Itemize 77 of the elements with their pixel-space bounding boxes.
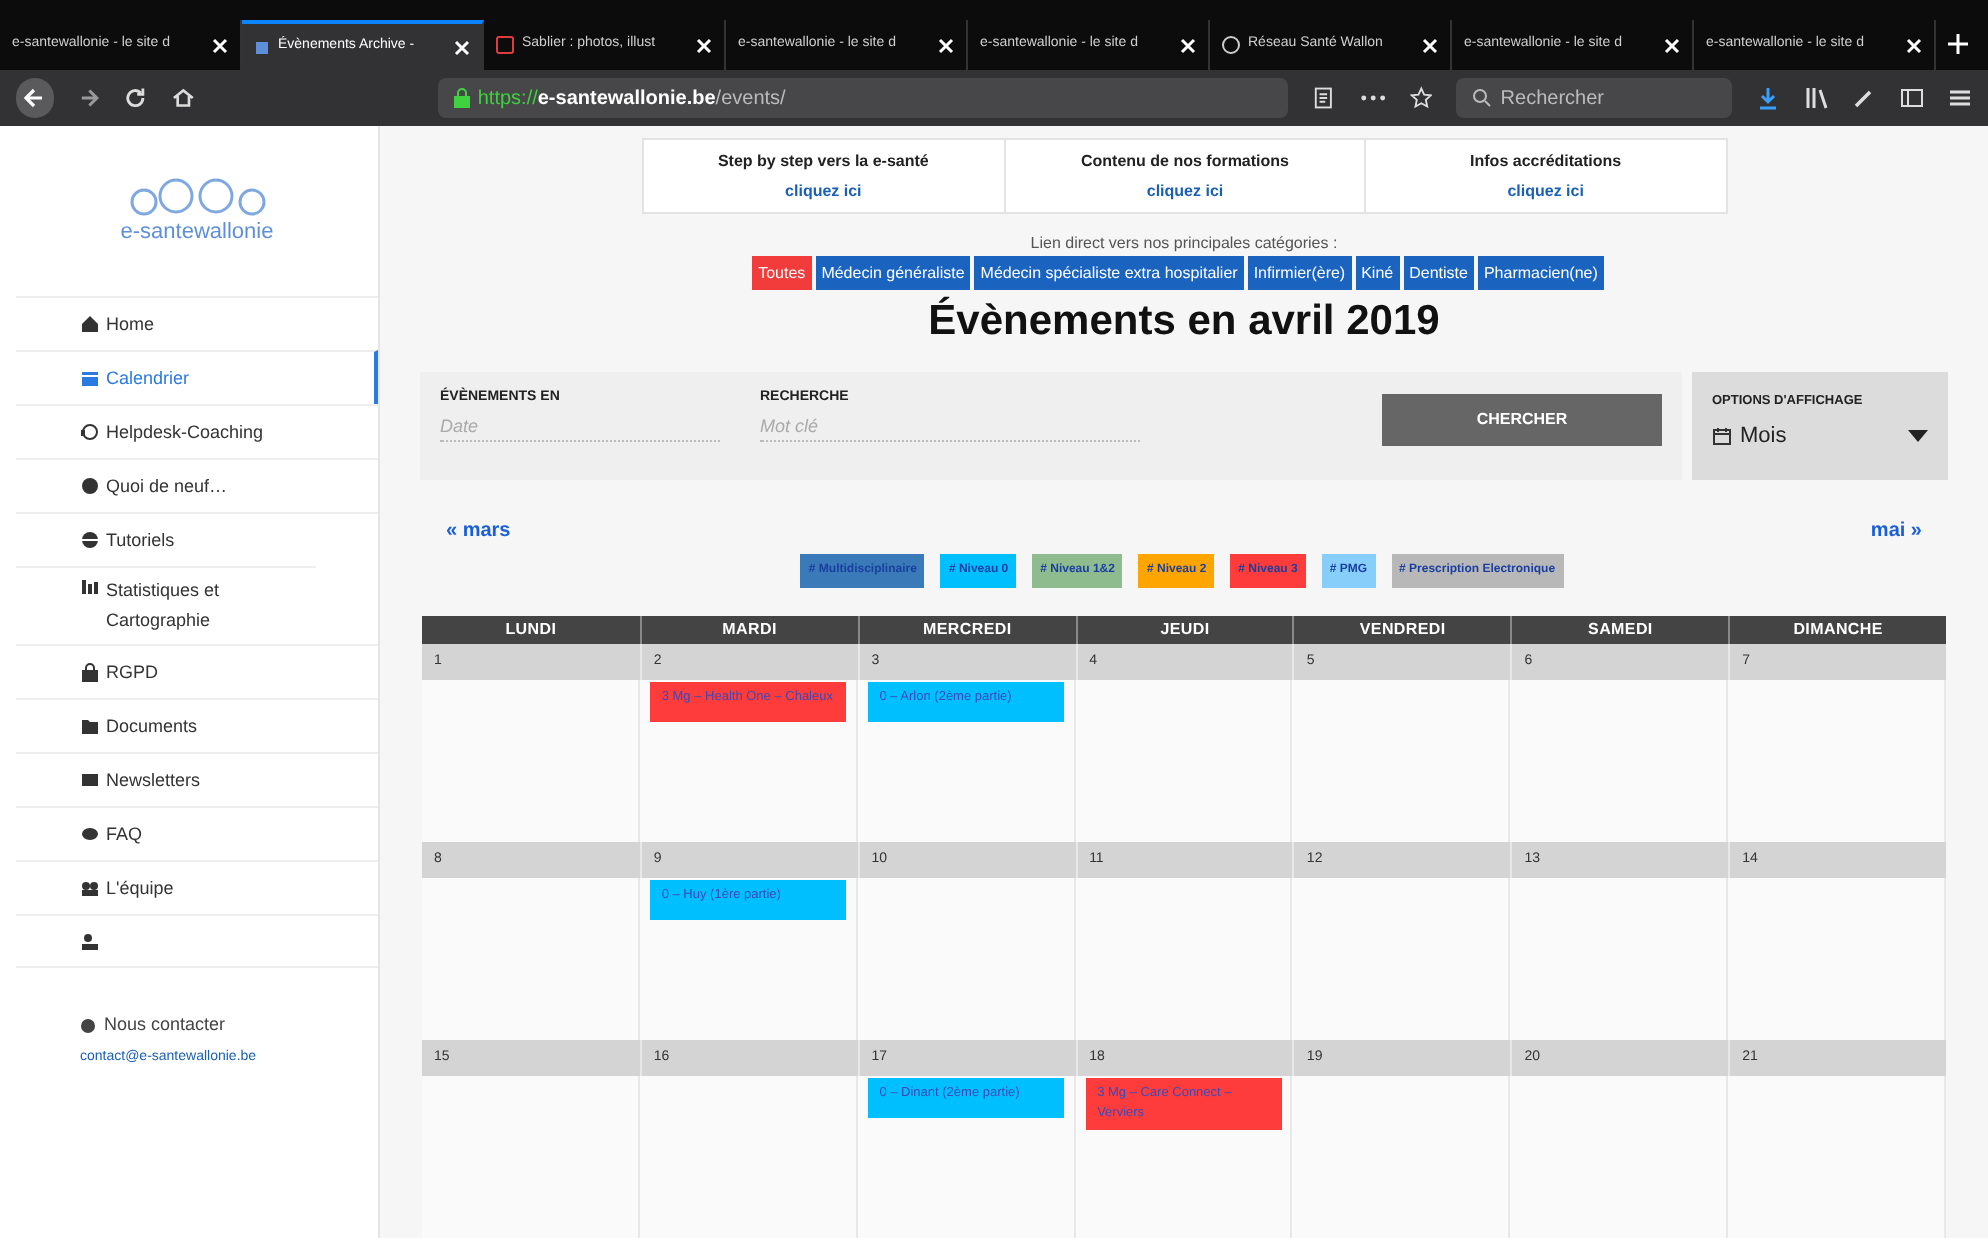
category-button[interactable]: Kiné: [1355, 256, 1400, 290]
search-button[interactable]: CHERCHER: [1382, 394, 1662, 446]
contact-label: Nous contacter: [104, 1012, 226, 1038]
url-text: https://e-santewallonie.be/events/: [477, 85, 786, 113]
close-icon: [454, 39, 470, 55]
search-icon: [1472, 88, 1493, 108]
close-icon: [1180, 37, 1196, 53]
view-select[interactable]: Mois: [1712, 419, 1928, 453]
sidebar-item[interactable]: Home: [16, 296, 378, 350]
click-here-link[interactable]: cliquez ici: [1146, 179, 1224, 203]
library-icon[interactable]: [1804, 86, 1829, 110]
reload-icon[interactable]: [124, 86, 148, 110]
globe-favicon-icon: [1222, 36, 1240, 54]
house-icon: [80, 314, 100, 334]
category-button[interactable]: Infirmier(ère): [1247, 256, 1352, 290]
forward-icon[interactable]: [77, 86, 101, 110]
close-icon: [1664, 37, 1680, 53]
sidebar-item[interactable]: Helpdesk-Coaching: [16, 404, 378, 458]
keyword-field[interactable]: Mot clé: [760, 413, 1140, 441]
close-icon: [696, 37, 712, 53]
categories-label: Lien direct vers nos principales catégories :: [1028, 234, 1340, 254]
sidebar-item[interactable]: RGPD: [16, 644, 378, 698]
sidebar-item[interactable]: [16, 914, 378, 968]
star-icon[interactable]: [1409, 86, 1433, 110]
link-title: Step by step vers la e-santé: [717, 149, 929, 173]
close-icon: [938, 37, 954, 53]
sidebar-item[interactable]: FAQ: [16, 806, 378, 860]
folder-icon: [80, 716, 100, 736]
more-icon[interactable]: [1359, 94, 1386, 102]
previous-month-link[interactable]: « mars: [446, 516, 511, 546]
click-here-link[interactable]: cliquez ici: [785, 179, 862, 203]
headset-icon: [80, 422, 100, 442]
pen-icon[interactable]: [1852, 86, 1877, 110]
category-button[interactable]: Dentiste: [1403, 256, 1474, 290]
address-bar[interactable]: https://e-santewallonie.be/events/: [437, 78, 1289, 118]
envelope-icon: [80, 770, 100, 790]
search-field[interactable]: Rechercher: [1456, 78, 1733, 118]
sidebar-item[interactable]: Newsletters: [16, 752, 378, 806]
category-button[interactable]: Médecin généraliste: [815, 256, 971, 290]
close-icon: [1906, 37, 1922, 53]
date-field[interactable]: Date: [440, 413, 720, 441]
download-icon[interactable]: [1756, 86, 1781, 110]
lock-icon: [453, 88, 470, 108]
user-icon: [80, 931, 100, 951]
link-title: Infos accréditations: [1470, 149, 1622, 173]
sidebar-icon[interactable]: [1900, 86, 1925, 110]
new-tab-icon[interactable]: [1948, 34, 1968, 54]
link-title: Contenu de nos formations: [1080, 149, 1289, 173]
home-icon[interactable]: [171, 86, 194, 110]
calendar-icon: [80, 368, 100, 388]
speech-bubble-icon: [80, 824, 100, 844]
category-button[interactable]: Toutes: [752, 256, 812, 290]
people-icon: [80, 878, 100, 898]
logo[interactable]: e-santewallonie: [119, 178, 275, 244]
back-icon[interactable]: [16, 78, 54, 118]
sidebar-item[interactable]: Quoi de neuf…: [16, 458, 378, 512]
sidebar-item[interactable]: Statistiques et Cartographie: [16, 566, 316, 644]
day-header: LUNDI: [503, 618, 559, 642]
square-favicon-icon: [496, 36, 514, 54]
close-icon: [212, 37, 228, 53]
reader-icon[interactable]: [1312, 86, 1336, 110]
page-favicon-icon: [254, 39, 270, 55]
sidebar-item[interactable]: Calendrier: [16, 350, 378, 404]
chart-icon: [80, 576, 100, 596]
calendar-icon: [1712, 426, 1732, 446]
click-here-link[interactable]: cliquez ici: [1507, 179, 1584, 203]
category-button[interactable]: Pharmacien(ne): [1477, 256, 1604, 290]
lock-icon: [80, 662, 100, 682]
category-button[interactable]: Médecin spécialiste extra hospitalier: [974, 256, 1244, 290]
next-month-link[interactable]: mai »: [1870, 516, 1922, 546]
sidebar-item[interactable]: Documents: [16, 698, 378, 752]
close-icon: [1422, 37, 1438, 53]
page-heading: Évènements en avril 2019: [926, 294, 1442, 348]
sidebar-item[interactable]: Tutoriels: [16, 512, 378, 566]
sidebar-item[interactable]: L'équipe: [16, 860, 378, 914]
caret-icon: [1908, 430, 1928, 442]
menu-icon[interactable]: [1948, 86, 1973, 110]
